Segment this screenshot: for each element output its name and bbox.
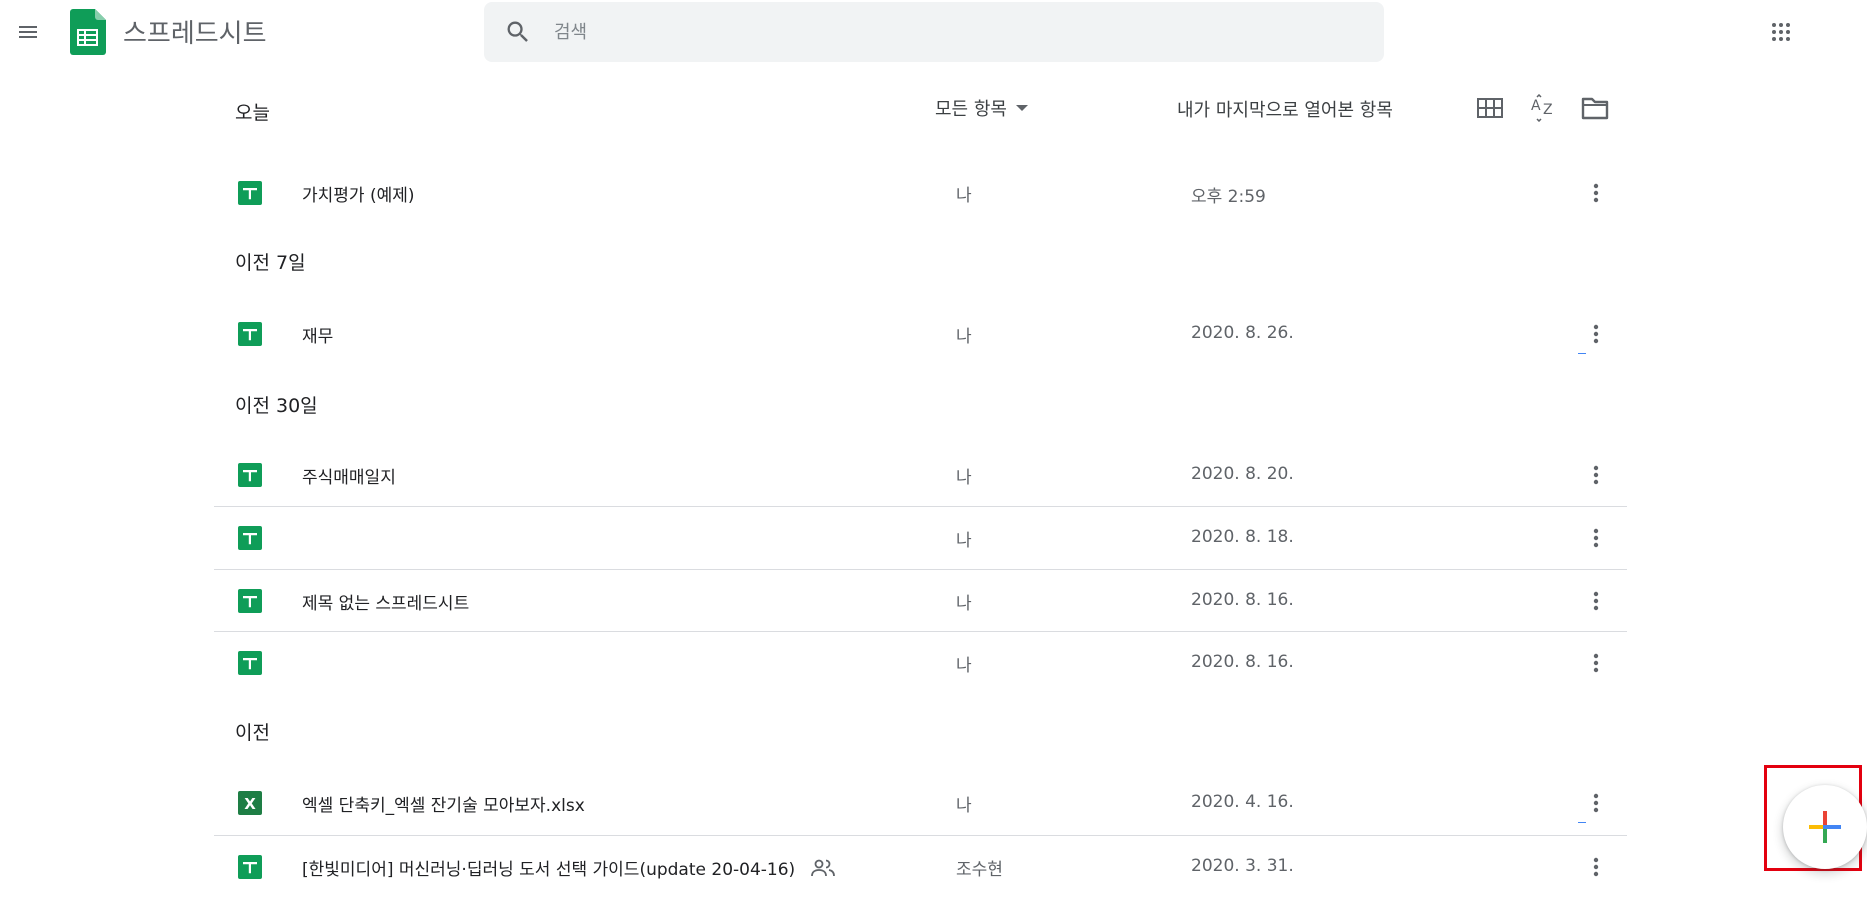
- sheets-file-icon: [238, 463, 262, 487]
- section-label-earlier: 이전: [235, 722, 270, 744]
- people-icon: [811, 859, 836, 876]
- section-label-today: 오늘: [235, 102, 270, 124]
- file-owner: 나: [956, 186, 972, 206]
- sheets-file-icon: [238, 526, 262, 550]
- sheets-file-icon: [238, 181, 262, 205]
- sheets-file-icon: [238, 651, 262, 675]
- sort-by-last-opened[interactable]: 내가 마지막으로 열어본 항목: [1177, 96, 1393, 122]
- sheets-file-icon: [238, 589, 262, 613]
- file-owner: 나: [956, 656, 972, 676]
- file-owner: 나: [956, 796, 972, 816]
- file-date: 2020. 8. 16.: [1191, 652, 1294, 672]
- plus-icon: [1809, 811, 1841, 843]
- focus-tick: [1578, 822, 1586, 823]
- file-owner: 나: [956, 468, 972, 488]
- file-date: 오후 2:59: [1191, 187, 1266, 207]
- more-vert-icon[interactable]: [1576, 643, 1616, 683]
- file-date: 2020. 3. 31.: [1191, 856, 1294, 876]
- file-date: 2020. 8. 16.: [1191, 590, 1294, 610]
- owner-filter-label: 모든 항목: [935, 99, 1007, 120]
- more-vert-icon[interactable]: [1576, 518, 1616, 558]
- more-vert-icon[interactable]: [1576, 783, 1616, 823]
- svg-text:A: A: [1531, 98, 1541, 114]
- grid-view-icon[interactable]: [1470, 88, 1510, 128]
- file-row[interactable]: X 엑셀 단축키_엑셀 잔기술 모아보자.xlsx 나 2020. 4. 16.: [214, 772, 1627, 834]
- file-row[interactable]: 재무 나 2020. 8. 26.: [214, 303, 1627, 365]
- file-row[interactable]: 제목 없는 스프레드시트 나 2020. 8. 16.: [214, 569, 1627, 632]
- file-date: 2020. 8. 18.: [1191, 527, 1294, 547]
- search-input[interactable]: [554, 2, 1354, 62]
- new-spreadsheet-button[interactable]: [1783, 785, 1867, 869]
- sort-az-icon[interactable]: A Z: [1523, 88, 1563, 128]
- file-row[interactable]: [한빛미디어] 머신러닝·딥러닝 도서 선택 가이드(update 20-04-…: [214, 835, 1627, 898]
- svg-text:Z: Z: [1543, 102, 1553, 118]
- sheets-file-icon: [238, 322, 262, 346]
- file-row[interactable]: 나 2020. 8. 18.: [214, 506, 1627, 569]
- sheets-file-icon: [238, 855, 262, 879]
- file-name: 가치평가 (예제): [302, 186, 415, 206]
- google-sheets-logo[interactable]: [70, 9, 106, 55]
- apps-grid-icon[interactable]: [1761, 12, 1801, 52]
- excel-file-icon: X: [238, 791, 262, 815]
- svg-text:X: X: [244, 795, 256, 813]
- file-owner: 나: [956, 531, 972, 551]
- file-name: [한빛미디어] 머신러닝·딥러닝 도서 선택 가이드(update 20-04-…: [302, 855, 836, 880]
- folder-icon[interactable]: [1575, 88, 1615, 128]
- file-date: 2020. 8. 20.: [1191, 464, 1294, 484]
- file-name: 제목 없는 스프레드시트: [302, 594, 470, 614]
- more-vert-icon[interactable]: [1576, 847, 1616, 887]
- owner-filter-dropdown[interactable]: 모든 항목: [935, 95, 1029, 121]
- section-label-last-7-days: 이전 7일: [235, 252, 306, 274]
- focus-tick: [1578, 353, 1586, 354]
- search-bar[interactable]: [484, 2, 1384, 62]
- app-header: 스프레드시트: [0, 0, 1867, 64]
- section-label-last-30-days: 이전 30일: [235, 395, 318, 417]
- more-vert-icon[interactable]: [1576, 173, 1616, 213]
- file-name: 엑셀 단축키_엑셀 잔기술 모아보자.xlsx: [302, 796, 585, 816]
- file-row[interactable]: 주식매매일지 나 2020. 8. 20.: [214, 444, 1627, 506]
- more-vert-icon[interactable]: [1576, 455, 1616, 495]
- file-date: 2020. 8. 26.: [1191, 323, 1294, 343]
- file-date: 2020. 4. 16.: [1191, 792, 1294, 812]
- file-owner: 조수현: [956, 860, 1003, 880]
- file-name: 주식매매일지: [302, 468, 396, 488]
- file-owner: 나: [956, 594, 972, 614]
- app-title[interactable]: 스프레드시트: [123, 13, 267, 50]
- file-owner: 나: [956, 327, 972, 347]
- file-row[interactable]: 나 2020. 8. 16.: [214, 631, 1627, 694]
- more-vert-icon[interactable]: [1576, 314, 1616, 354]
- file-row[interactable]: 가치평가 (예제) 나 오후 2:59: [214, 162, 1627, 224]
- file-name: 재무: [302, 327, 334, 347]
- caret-down-icon: [1015, 105, 1028, 111]
- search-icon[interactable]: [504, 18, 532, 46]
- more-vert-icon[interactable]: [1576, 581, 1616, 621]
- hamburger-menu-icon[interactable]: [8, 12, 48, 52]
